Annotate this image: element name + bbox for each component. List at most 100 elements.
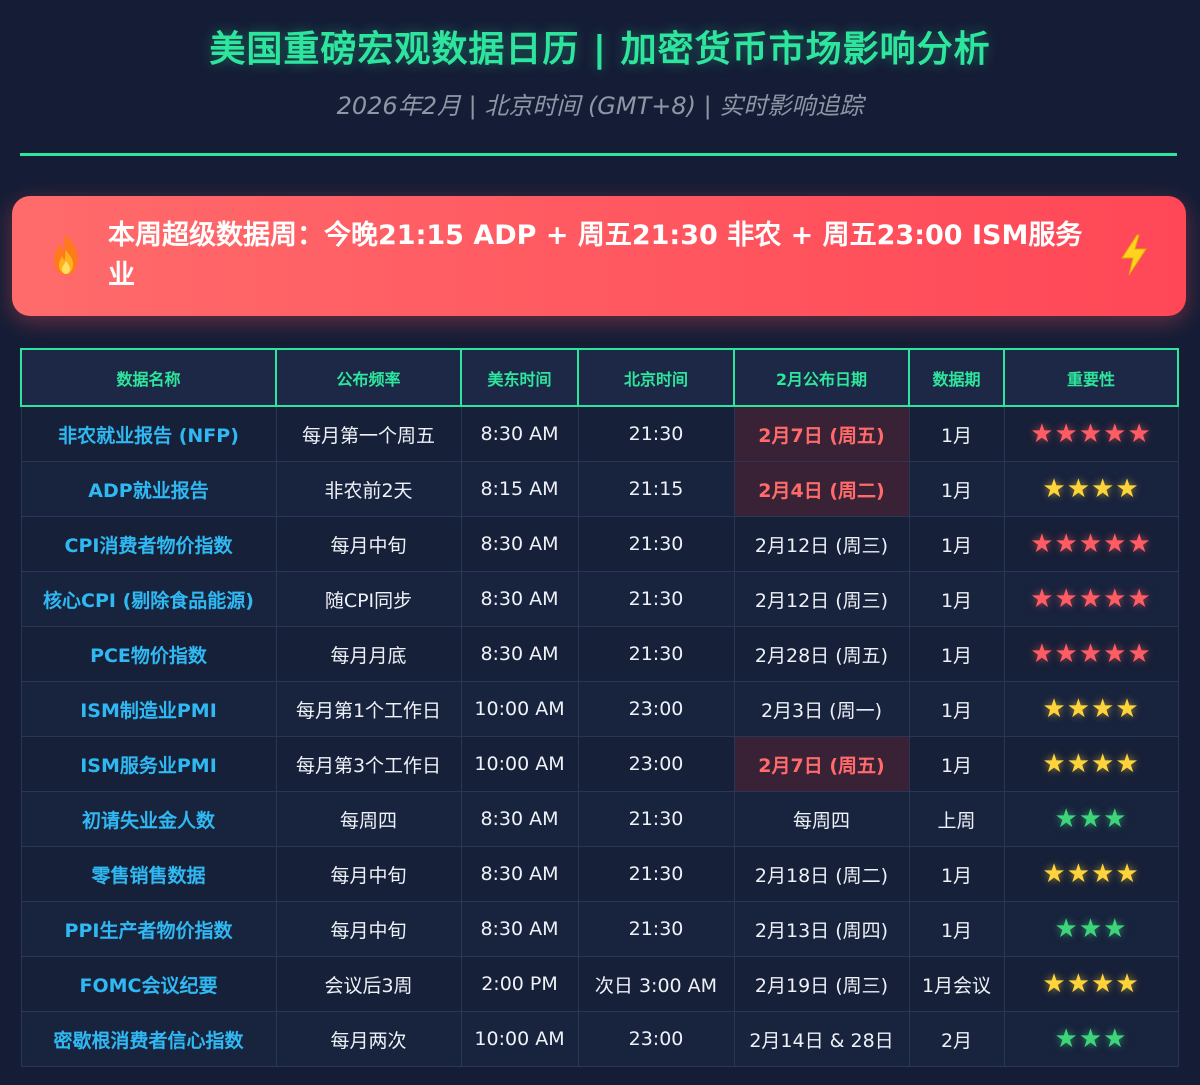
data-period: 上周 xyxy=(908,791,1005,847)
star-icon: ★ xyxy=(1115,749,1140,779)
et-time: 10:00 AM xyxy=(460,1011,579,1067)
table-row: PCE物价指数 每月月底 8:30 AM 21:30 2月28日 (周五) 1月 ★★★★★ xyxy=(20,626,1179,682)
table-row: ADP就业报告 非农前2天 8:15 AM 21:15 2月4日 (周二) 1月 ★★★★ xyxy=(20,461,1179,517)
data-period: 1月会议 xyxy=(908,956,1005,1012)
star-icon: ★ xyxy=(1066,969,1091,999)
star-icon: ★ xyxy=(1042,474,1067,504)
star-icon: ★ xyxy=(1066,859,1091,889)
beijing-time: 21:30 xyxy=(577,626,735,682)
beijing-time: 21:30 xyxy=(577,846,735,902)
star-icon: ★ xyxy=(1054,804,1079,834)
table-body: 非农就业报告 (NFP) 每月第一个周五 8:30 AM 21:30 2月7日 (周五)… xyxy=(20,405,1179,1067)
beijing-time: 21:30 xyxy=(577,791,735,847)
indicator-name: 初请失业金人数 xyxy=(20,791,277,847)
star-icon: ★ xyxy=(1078,1024,1104,1054)
beijing-time: 23:00 xyxy=(577,681,735,737)
importance-rating: ★★★★★ xyxy=(1003,571,1179,627)
indicator-name: PPI生产者物价指数 xyxy=(20,901,277,957)
importance-rating: ★★★★ xyxy=(1003,956,1179,1012)
indicator-name: 非农就业报告 (NFP) xyxy=(20,405,277,462)
beijing-time: 21:30 xyxy=(577,405,735,462)
indicator-name: 核心CPI (剔除食品能源) xyxy=(20,571,277,627)
data-period: 1月 xyxy=(908,571,1005,627)
star-icon: ★ xyxy=(1078,419,1104,449)
star-icon: ★ xyxy=(1042,749,1067,779)
indicator-name: 密歇根消费者信心指数 xyxy=(20,1011,277,1067)
importance-rating: ★★★ xyxy=(1003,901,1179,957)
title-divider xyxy=(20,153,1177,156)
star-icon: ★ xyxy=(1042,694,1067,724)
star-icon: ★ xyxy=(1127,419,1152,449)
table-row: FOMC会议纪要 会议后3周 2:00 PM 次日 3:00 AM 2月19日 (周三)… xyxy=(20,956,1179,1012)
indicator-name: ISM制造业PMI xyxy=(20,681,277,737)
table-row: 初请失业金人数 每周四 8:30 AM 21:30 每周四 上周 ★★★ xyxy=(20,791,1179,847)
importance-rating: ★★★★ xyxy=(1003,461,1179,517)
indicator-name: PCE物价指数 xyxy=(20,626,277,682)
star-icon: ★ xyxy=(1103,419,1128,449)
star-icon: ★ xyxy=(1054,529,1079,559)
release-frequency: 每月中旬 xyxy=(275,516,462,572)
page-title: 美国重磅宏观数据日历 | 加密货币市场影响分析 xyxy=(209,29,991,70)
table-row: ISM制造业PMI 每月第1个工作日 10:00 AM 23:00 2月3日 (周一) 1… xyxy=(20,681,1179,737)
release-date: 2月12日 (周三) xyxy=(733,571,910,627)
beijing-time: 21:30 xyxy=(577,571,735,627)
indicator-name: ADP就业报告 xyxy=(20,461,277,517)
star-icon: ★ xyxy=(1054,584,1079,614)
indicator-name: FOMC会议纪要 xyxy=(20,956,277,1012)
table-row: CPI消费者物价指数 每月中旬 8:30 AM 21:30 2月12日 (周三) 1月 ★★… xyxy=(20,516,1179,572)
star-icon: ★ xyxy=(1054,639,1079,669)
importance-rating: ★★★★ xyxy=(1003,736,1179,792)
star-icon: ★ xyxy=(1115,859,1140,889)
release-date: 2月7日 (周五) xyxy=(733,736,910,792)
release-date: 2月12日 (周三) xyxy=(733,516,910,572)
page-subtitle: 2026年2月 | 北京时间 (GMT+8) | 实时影响追踪 xyxy=(336,92,864,120)
et-time: 8:30 AM xyxy=(460,571,579,627)
star-icon: ★ xyxy=(1115,969,1140,999)
star-icon: ★ xyxy=(1091,969,1116,999)
star-icon: ★ xyxy=(1127,639,1152,669)
table-row: 密歇根消费者信心指数 每月两次 10:00 AM 23:00 2月14日 & 28日 2月… xyxy=(20,1011,1179,1067)
release-frequency: 每月第1个工作日 xyxy=(275,681,462,737)
star-icon: ★ xyxy=(1066,694,1091,724)
data-period: 2月 xyxy=(908,1011,1005,1067)
importance-rating: ★★★★★ xyxy=(1003,626,1179,682)
indicator-name: ISM服务业PMI xyxy=(20,736,277,792)
header-period: 数据期 xyxy=(908,348,1005,407)
et-time: 8:30 AM xyxy=(460,901,579,957)
data-period: 1月 xyxy=(908,626,1005,682)
star-icon: ★ xyxy=(1078,914,1104,944)
indicator-name: 零售销售数据 xyxy=(20,846,277,902)
beijing-time: 23:00 xyxy=(577,1011,735,1067)
table-row: ISM服务业PMI 每月第3个工作日 10:00 AM 23:00 2月7日 (周五) 1… xyxy=(20,736,1179,792)
et-time: 2:00 PM xyxy=(460,956,579,1012)
release-frequency: 每月两次 xyxy=(275,1011,462,1067)
lightning-bolt-icon xyxy=(1121,234,1147,276)
release-frequency: 每月月底 xyxy=(275,626,462,682)
star-icon: ★ xyxy=(1103,529,1128,559)
table-header: 数据名称 公布频率 美东时间 北京时间 2月公布日期 数据期 重要性 xyxy=(20,348,1179,407)
release-date: 2月18日 (周二) xyxy=(733,846,910,902)
et-time: 8:30 AM xyxy=(460,846,579,902)
release-date: 2月28日 (周五) xyxy=(733,626,910,682)
star-icon: ★ xyxy=(1054,914,1079,944)
star-icon: ★ xyxy=(1066,474,1091,504)
star-icon: ★ xyxy=(1078,584,1104,614)
header-bj-time: 北京时间 xyxy=(577,348,735,407)
star-icon: ★ xyxy=(1091,694,1116,724)
beijing-time: 21:30 xyxy=(577,901,735,957)
star-icon: ★ xyxy=(1091,749,1116,779)
importance-rating: ★★★ xyxy=(1003,1011,1179,1067)
data-period: 1月 xyxy=(908,736,1005,792)
et-time: 8:30 AM xyxy=(460,791,579,847)
star-icon: ★ xyxy=(1091,474,1116,504)
importance-rating: ★★★★ xyxy=(1003,846,1179,902)
star-icon: ★ xyxy=(1030,529,1055,559)
star-icon: ★ xyxy=(1054,1024,1079,1054)
importance-rating: ★★★★★ xyxy=(1003,516,1179,572)
et-time: 10:00 AM xyxy=(460,736,579,792)
data-period: 1月 xyxy=(908,405,1005,462)
table-row: 零售销售数据 每月中旬 8:30 AM 21:30 2月18日 (周二) 1月 ★★★★ xyxy=(20,846,1179,902)
release-date: 2月7日 (周五) xyxy=(733,405,910,462)
release-frequency: 每月中旬 xyxy=(275,846,462,902)
star-icon: ★ xyxy=(1078,639,1104,669)
